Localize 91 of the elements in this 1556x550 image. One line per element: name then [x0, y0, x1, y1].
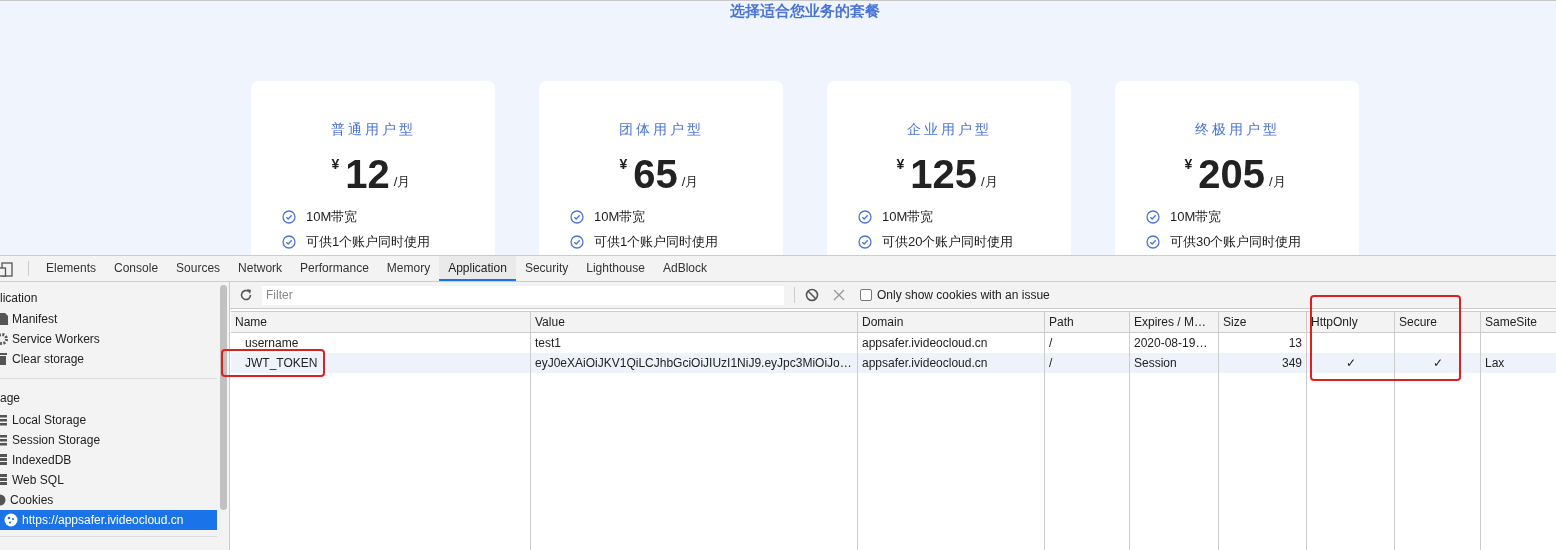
plan-feature: 10M带宽 [306, 208, 358, 225]
currency-symbol: ¥ [1184, 155, 1193, 174]
sidebar-item[interactable]: Local Storage [0, 410, 217, 430]
plan-feature: 可供1个账户同时使用 [306, 233, 431, 250]
table-cell-text: appsafer.ivideocloud.cn [862, 355, 988, 372]
plan-feature: 可供20个账户同时使用 [882, 233, 1014, 250]
panel-tab[interactable]: Application [439, 256, 516, 281]
table-cell-text: username [245, 335, 299, 352]
plan-price: 205 [1198, 152, 1265, 196]
sidebar-item[interactable]: https://appsafer.ivideocloud.cn [0, 510, 217, 530]
section-header: age [0, 389, 21, 407]
price-unit: /月 [1268, 173, 1286, 191]
trash-icon [0, 353, 8, 365]
column-header[interactable]: SameSite [1481, 312, 1556, 333]
file-icon [0, 313, 8, 325]
table-cell-text: 349 [1281, 355, 1302, 372]
table-cell-text: Lax [1485, 355, 1505, 372]
column-header[interactable]: Expires / M… [1130, 312, 1218, 333]
sidebar-item[interactable]: Clear storage [0, 349, 217, 369]
panel-tab[interactable]: Performance [291, 256, 378, 281]
column-header[interactable]: HttpOnly [1307, 312, 1394, 333]
database-icon [0, 474, 8, 486]
table-cell-text: JWT_TOKEN [245, 355, 318, 372]
column-header[interactable]: Path [1045, 312, 1129, 333]
sidebar-item[interactable]: Manifest [0, 309, 217, 329]
issue-checkbox[interactable] [860, 289, 872, 301]
currency-symbol: ¥ [896, 155, 905, 174]
check-circle-icon [570, 234, 584, 249]
sidebar-item[interactable]: Web SQL [0, 470, 217, 490]
sidebar-item[interactable]: IndexedDB [0, 450, 217, 470]
price-unit: /月 [393, 173, 411, 191]
plan-name: 终极用户型 [1194, 120, 1280, 139]
currency-symbol: ¥ [331, 155, 340, 174]
sidebar-item[interactable]: Session Storage [0, 430, 217, 450]
table-cell-text: ✓ [1432, 355, 1443, 372]
table-cell-text: ✓ [1345, 355, 1356, 372]
table-cell-text: appsafer.ivideocloud.cn [862, 335, 988, 352]
plan-price: 125 [910, 152, 977, 196]
panel-tab[interactable]: AdBlock [653, 256, 716, 281]
plan-name: 企业用户型 [906, 120, 992, 139]
price-unit: /月 [980, 173, 998, 191]
plan-name: 普通用户型 [330, 120, 416, 139]
issue-filter-label: Only show cookies with an issue [877, 287, 1050, 304]
table-cell-text: Session [1134, 355, 1177, 372]
table-cell-text: / [1049, 355, 1053, 372]
check-circle-icon [858, 234, 872, 249]
storage-icon [0, 414, 8, 426]
section-header: lication [0, 290, 38, 307]
column-header[interactable]: Name [231, 312, 530, 333]
table-cell-text: test1 [535, 335, 561, 352]
column-header[interactable]: Domain [858, 312, 1044, 333]
table-cell-text: 13 [1288, 335, 1302, 352]
panel-tab[interactable]: Security [515, 256, 578, 281]
check-circle-icon [1146, 209, 1160, 224]
sidebar-item[interactable]: Cookies [0, 490, 217, 510]
database-icon [0, 454, 8, 466]
block-icon[interactable] [805, 288, 819, 302]
plan-feature: 可供30个账户同时使用 [1170, 233, 1302, 250]
panel-tab[interactable]: Lighthouse [577, 256, 654, 281]
panel-tab[interactable]: Memory [377, 256, 440, 281]
check-circle-icon [282, 234, 296, 249]
panel-tab[interactable]: Sources [167, 256, 230, 281]
close-icon[interactable] [833, 289, 845, 301]
plan-feature: 可供1个账户同时使用 [594, 233, 719, 250]
scrollbar-thumb[interactable] [219, 285, 227, 510]
check-circle-icon [1146, 234, 1160, 249]
plan-price: 65 [633, 152, 678, 196]
column-header[interactable]: Secure [1395, 312, 1480, 333]
currency-symbol: ¥ [619, 155, 628, 174]
plan-feature: 10M带宽 [882, 208, 934, 225]
column-header[interactable]: Value [531, 312, 857, 333]
plan-name: 团体用户型 [618, 120, 704, 139]
panel-tab[interactable]: Console [105, 256, 168, 281]
column-header[interactable]: Size [1219, 312, 1306, 333]
filter-field[interactable]: Filter [262, 285, 784, 305]
plan-price: 12 [345, 152, 390, 196]
check-circle-icon [282, 209, 296, 224]
panel-tab[interactable]: Network [229, 256, 292, 281]
price-unit: /月 [681, 173, 699, 191]
storage-icon [0, 434, 8, 446]
page-heading: 选择适合您业务的套餐 [730, 1, 880, 21]
panel-tab[interactable]: Elements [37, 256, 106, 281]
sidebar-item[interactable]: Service Workers [0, 329, 217, 349]
table-cell-text: eyJ0eXAiOiJKV1QiLCJhbGciOiJIUzI1NiJ9.eyJpc3MiOiJo… [535, 355, 852, 372]
plan-feature: 10M带宽 [1170, 208, 1222, 225]
refresh-icon[interactable] [239, 288, 253, 302]
check-circle-icon [858, 209, 872, 224]
plan-feature: 10M带宽 [594, 208, 646, 225]
table-cell-text: / [1049, 335, 1053, 352]
check-circle-icon [570, 209, 584, 224]
table-cell-text: 2020-08-19… [1134, 335, 1208, 352]
